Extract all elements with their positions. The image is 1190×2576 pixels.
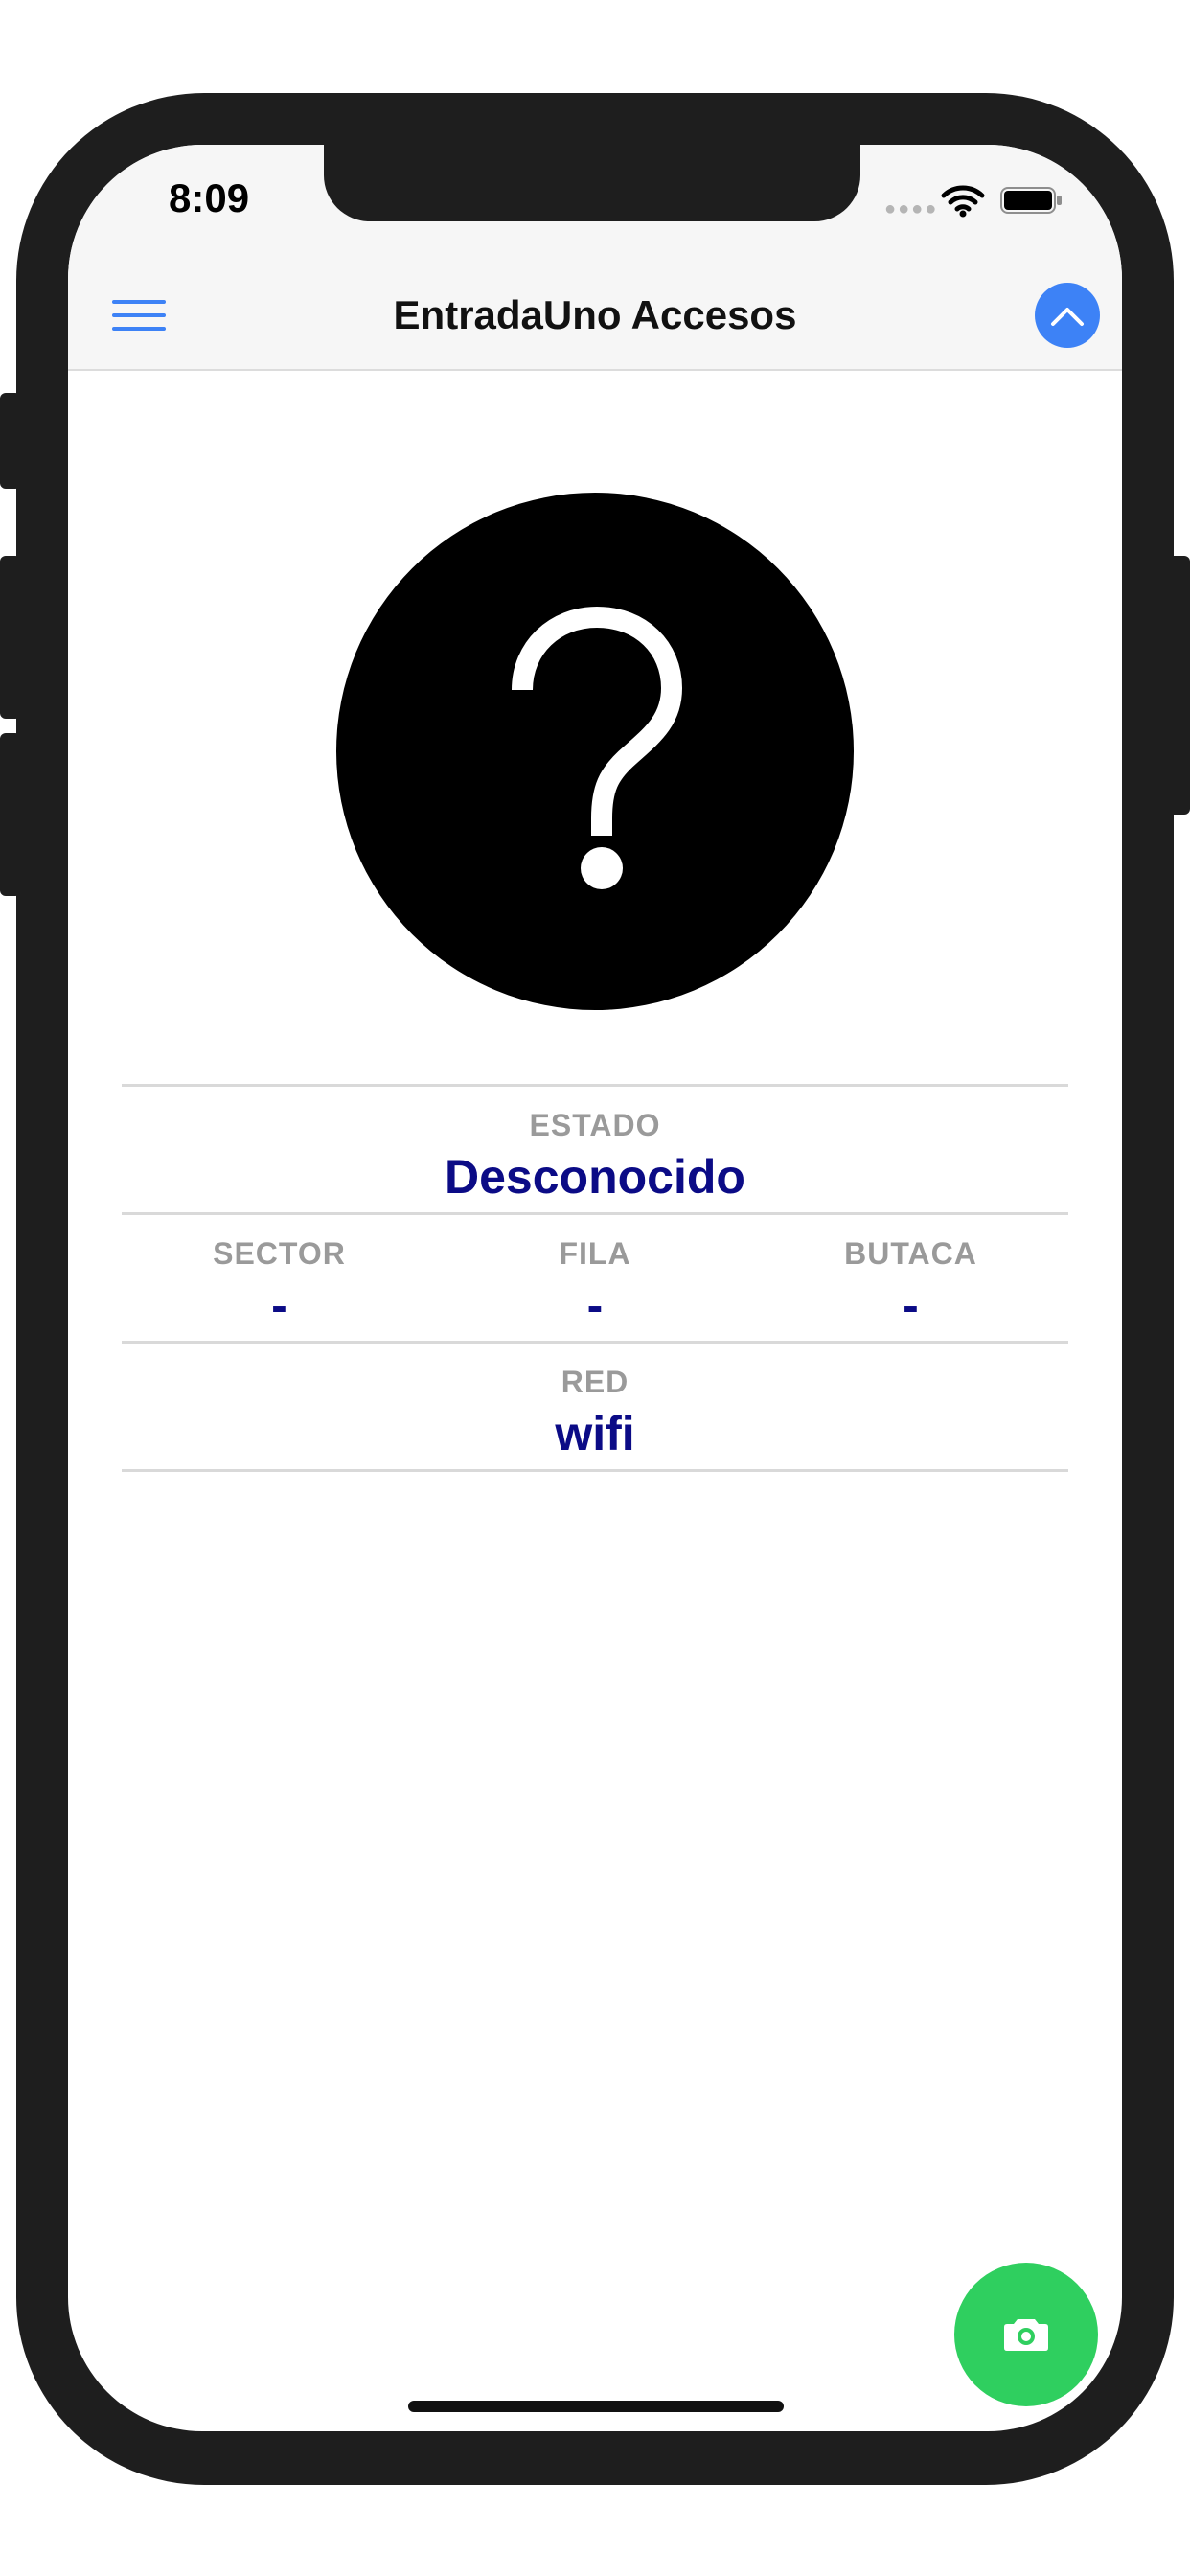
device-notch <box>324 145 860 221</box>
ticket-info-table: ESTADO Desconocido SECTOR - FILA - BUTAC… <box>122 1084 1068 1472</box>
app-screen: 8:09 ●●●● EntradaUno Accesos ESTADO Desc… <box>68 145 1122 2431</box>
estado-row: ESTADO Desconocido <box>122 1084 1068 1212</box>
estado-value: Desconocido <box>445 1150 745 1204</box>
estado-cell: ESTADO Desconocido <box>122 1087 1068 1212</box>
page-title: EntradaUno Accesos <box>393 292 797 337</box>
butaca-value: - <box>903 1278 919 1332</box>
device-power-button <box>1167 556 1190 815</box>
question-mark-icon <box>512 607 682 889</box>
device-volume-down-button <box>0 733 21 896</box>
red-cell: RED wifi <box>122 1344 1068 1469</box>
scroll-up-button[interactable] <box>1035 283 1100 348</box>
home-indicator[interactable] <box>408 2401 784 2412</box>
red-row: RED wifi <box>122 1341 1068 1472</box>
status-time: 8:09 <box>169 175 250 220</box>
device-silent-switch <box>0 393 21 489</box>
sector-value: - <box>271 1278 287 1332</box>
fila-label: FILA <box>559 1236 631 1271</box>
chevron-up-icon <box>1051 308 1084 326</box>
sector-label: SECTOR <box>213 1236 346 1271</box>
signal-dots-icon: ●●●● <box>884 198 939 219</box>
device-volume-up-button <box>0 556 21 719</box>
scan-camera-button[interactable] <box>954 2263 1098 2406</box>
wifi-icon <box>941 185 985 218</box>
camera-icon <box>1004 2319 1048 2351</box>
estado-label: ESTADO <box>529 1108 661 1142</box>
nav-bar: EntradaUno Accesos <box>68 269 1122 371</box>
butaca-label: BUTACA <box>844 1236 977 1271</box>
sector-cell: SECTOR - <box>122 1215 437 1341</box>
battery-icon <box>1000 187 1062 214</box>
red-value: wifi <box>555 1407 635 1460</box>
fila-cell: FILA - <box>437 1215 753 1341</box>
access-status-indicator <box>336 493 854 1010</box>
butaca-cell: BUTACA - <box>753 1215 1068 1341</box>
seat-row: SECTOR - FILA - BUTACA - <box>122 1212 1068 1341</box>
fila-value: - <box>586 1278 604 1332</box>
red-label: RED <box>561 1365 629 1399</box>
hamburger-menu-icon[interactable] <box>110 292 168 338</box>
